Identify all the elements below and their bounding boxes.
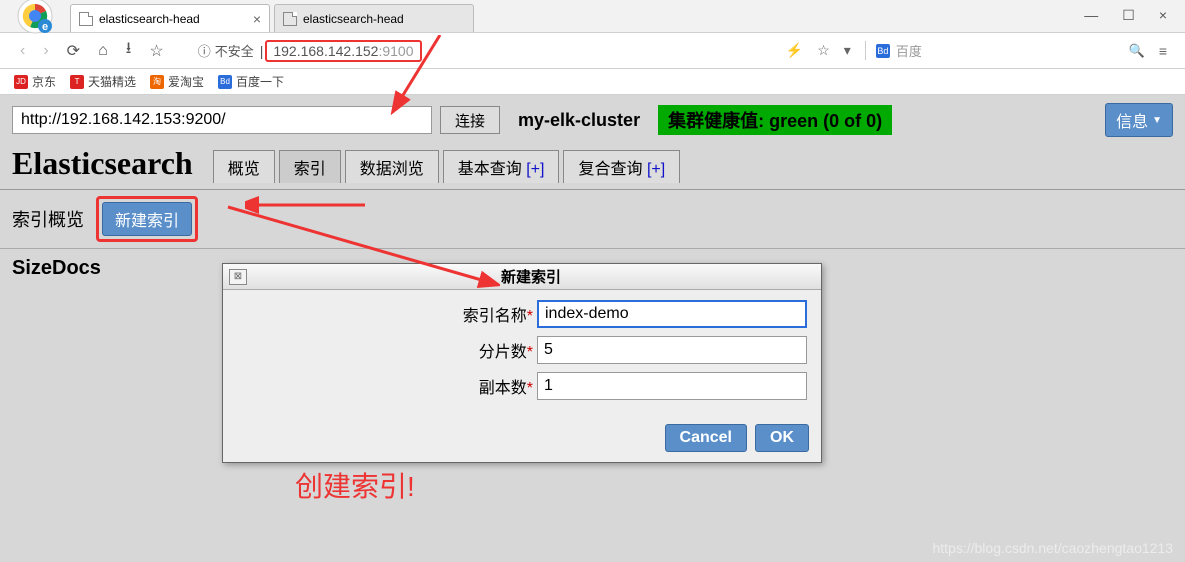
health-badge: 集群健康值: green (0 of 0) [658,105,892,135]
ok-button[interactable]: OK [755,424,809,452]
cancel-button[interactable]: Cancel [665,424,747,452]
tab-title: elasticsearch-head [99,12,200,26]
bookmark-tmall[interactable]: T天猫精选 [70,73,136,90]
app-title: Elasticsearch [12,145,193,182]
tab-indices[interactable]: 索引 [279,150,341,183]
menu-icon[interactable]: ≡ [1159,43,1167,59]
browser-logo: e [0,0,70,32]
document-icon [283,12,297,26]
replicas-input[interactable] [537,372,807,400]
tab-browse[interactable]: 数据浏览 [345,150,439,183]
annotation-text: 创建索引! [295,465,415,505]
search-input[interactable]: Bd 百度 🔍 [865,41,1145,60]
url-host: 192.168.142.152 [273,43,378,59]
home-icon[interactable]: ⌂ [98,42,108,60]
flash-icon[interactable]: ⚡ [786,42,803,59]
cluster-url-input[interactable] [12,106,432,134]
replicas-label: 副本数* [237,374,537,398]
dialog-close-icon[interactable]: ⊠ [229,269,247,285]
info-icon: ⓘ [198,41,211,60]
shards-input[interactable] [537,336,807,364]
new-index-highlight: 新建索引 [96,196,198,242]
baidu-icon: Bd [876,44,890,58]
index-overview-label: 索引概览 [12,206,84,232]
download-icon[interactable]: ⭳ [126,37,132,64]
close-icon[interactable]: × [245,11,261,27]
bookmark-taobao[interactable]: 淘爱淘宝 [150,73,204,90]
address-bar[interactable]: ⓘ 不安全 | 192.168.142.152:9100 [188,37,764,65]
window-controls: — ☐ × [1084,7,1185,32]
url-port: :9100 [378,43,413,59]
tab-overview[interactable]: 概览 [213,150,275,183]
document-icon [79,12,93,26]
forward-icon[interactable]: › [43,42,48,60]
new-index-button[interactable]: 新建索引 [102,202,192,236]
cluster-name: my-elk-cluster [518,110,640,131]
dialog-title: 新建索引 [247,266,815,287]
tab-active[interactable]: elasticsearch-head × [70,4,270,32]
back-icon[interactable]: ‹ [20,42,25,60]
url-highlight-box: 192.168.142.152:9100 [265,40,421,62]
svg-text:e: e [42,21,48,33]
insecure-badge: ⓘ 不安全 [198,41,254,60]
star-icon[interactable]: ☆ [149,41,163,61]
tab-title: elasticsearch-head [303,12,404,26]
search-icon[interactable]: 🔍 [1129,43,1145,59]
shards-label: 分片数* [237,338,537,362]
index-name-input[interactable] [537,300,807,328]
connect-button[interactable]: 连接 [440,106,500,134]
chevron-down-icon[interactable]: ▾ [844,42,851,59]
watermark: https://blog.csdn.net/caozhengtao1213 [932,540,1173,556]
info-dropdown[interactable]: 信息 [1105,103,1173,137]
tab-basic-query[interactable]: 基本查询 [+] [443,150,560,183]
reload-icon[interactable]: ⟳ [67,41,80,61]
bookmarks-bar: JD京东 T天猫精选 淘爱淘宝 Bd百度一下 [0,69,1185,95]
minimize-icon[interactable]: — [1084,7,1098,24]
tab-compound-query[interactable]: 复合查询 [+] [563,150,680,183]
close-icon[interactable]: × [1159,7,1167,24]
new-index-dialog: ⊠ 新建索引 索引名称* 分片数* 副本数* Cancel OK [222,263,822,463]
tab-strip: elasticsearch-head × elasticsearch-head [70,4,1084,32]
bookmark-baidu[interactable]: Bd百度一下 [218,73,284,90]
maximize-icon[interactable]: ☐ [1122,7,1135,24]
star-outline-icon[interactable]: ☆ [817,42,830,59]
tab-inactive[interactable]: elasticsearch-head [274,4,474,32]
index-name-label: 索引名称* [237,302,537,326]
bookmark-jd[interactable]: JD京东 [14,73,56,90]
